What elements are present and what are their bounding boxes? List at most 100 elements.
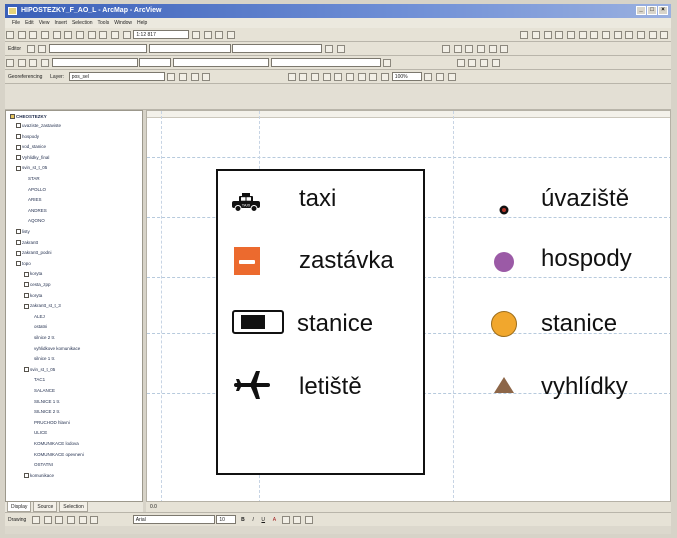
annotation-text-field[interactable] [139, 58, 172, 67]
toc-layer-item[interactable]: KOMUNIKACE lodova [34, 441, 79, 447]
find-icon[interactable] [648, 31, 657, 39]
leader-tool-icon[interactable] [29, 59, 38, 67]
drawing-menu[interactable]: Drawing [5, 513, 29, 526]
sketch-tool-icon[interactable] [38, 45, 47, 53]
maximize-button[interactable]: □ [647, 6, 657, 15]
font-color-button[interactable]: A [270, 513, 279, 526]
toc-layer-item[interactable]: SILNICE 2 tr. [34, 409, 60, 415]
edit-vertices-icon[interactable] [90, 516, 99, 524]
annotation-tool-icon[interactable] [6, 59, 14, 67]
fixed-zoom-in-icon[interactable] [543, 31, 552, 39]
menu-edit[interactable]: Edit [25, 18, 34, 28]
toc-layer-item[interactable]: ANDRES [28, 208, 47, 214]
toc-layer-item[interactable]: ARIES [28, 197, 42, 203]
layout-fixed-zoom-in-icon[interactable] [346, 73, 355, 81]
layout-forward-icon[interactable] [381, 73, 390, 81]
line-color-icon[interactable] [293, 516, 302, 524]
layout-tool-5-icon[interactable] [488, 45, 497, 53]
menu-help[interactable]: Help [137, 18, 147, 28]
redo-icon[interactable] [111, 31, 120, 39]
minimize-button[interactable]: _ [636, 6, 646, 15]
toc-layer-item[interactable]: topo [16, 261, 31, 267]
copy-icon[interactable] [64, 31, 73, 39]
menu-tools[interactable]: Tools [98, 18, 110, 28]
toc-layer-item[interactable]: uvaziste_zastaviste [16, 123, 61, 129]
layer-visibility-checkbox[interactable] [16, 229, 21, 235]
layer-visibility-checkbox[interactable] [24, 282, 29, 288]
toc-layer-item[interactable]: ULICE [34, 430, 47, 436]
layer-visibility-checkbox[interactable] [16, 123, 21, 129]
layout-view[interactable]: TAXI taxi zastávka stanice letiště úvazi… [146, 110, 671, 502]
font-select[interactable]: Arial [132, 515, 215, 524]
change-layout-icon[interactable] [447, 73, 456, 81]
bold-button[interactable]: B [238, 513, 248, 526]
print-icon[interactable] [41, 31, 50, 39]
save-icon[interactable] [29, 31, 38, 39]
toc-layer-item[interactable]: OSTATNI [34, 462, 53, 468]
identify-tool-icon[interactable] [637, 31, 646, 39]
toc-layer-item[interactable]: koryta [24, 293, 42, 299]
toc-layer-item[interactable]: cesta_zpp [24, 282, 51, 288]
menu-file[interactable]: File [12, 18, 20, 28]
toggle-draft-mode-icon[interactable] [424, 73, 433, 81]
toc-layer-item[interactable]: APOLLO [28, 187, 46, 193]
arctoolbox-icon[interactable] [203, 31, 212, 39]
toc-layer-item[interactable]: zakrantt_podni [16, 250, 52, 256]
toc-layer-item[interactable]: PRUCHOD hlavni [34, 420, 70, 426]
toc-layer-item[interactable]: silnice 2 tr. [34, 335, 55, 341]
menu-window[interactable]: Window [114, 18, 132, 28]
layer-visibility-checkbox[interactable] [16, 250, 21, 256]
text-tool-icon[interactable] [17, 59, 26, 67]
align-center-icon[interactable] [468, 59, 477, 67]
toc-layer-item[interactable]: vod_stanice [16, 144, 46, 150]
help-icon[interactable] [227, 31, 236, 39]
sketch-properties-icon[interactable] [336, 45, 345, 53]
toc-layer-item[interactable]: zakrantt_st_t_3 [24, 303, 61, 309]
delete-icon[interactable] [87, 31, 96, 39]
annotation-target-select[interactable] [270, 58, 381, 67]
full-extent-icon[interactable] [578, 31, 587, 39]
layer-visibility-checkbox[interactable] [16, 261, 21, 267]
marker-color-icon[interactable] [305, 516, 314, 524]
focus-data-frame-icon[interactable] [436, 73, 445, 81]
zoom-in-icon[interactable] [520, 31, 529, 39]
font-size-select[interactable]: 10 [216, 515, 237, 524]
add-data-icon[interactable] [122, 31, 131, 39]
layout-fixed-zoom-out-icon[interactable] [357, 73, 366, 81]
align-right-icon[interactable] [480, 59, 489, 67]
layer-visibility-checkbox[interactable] [24, 292, 29, 298]
zoom-whole-page-icon[interactable] [322, 73, 331, 81]
toc-layer-item[interactable]: TAC1 [34, 377, 45, 383]
shift-icon[interactable] [179, 73, 188, 81]
map-scale-select[interactable]: 1:12 817 [133, 30, 190, 39]
toc-layer-item[interactable]: listy [16, 229, 30, 235]
toc-root[interactable]: CHEOSTEZKY [10, 114, 47, 120]
annotation-class-select[interactable] [51, 58, 138, 67]
layer-visibility-checkbox[interactable] [16, 239, 21, 245]
toc-layer-item[interactable]: ALEJ [34, 314, 45, 320]
layer-visibility-checkbox[interactable] [16, 165, 21, 171]
rotate-element-icon[interactable] [43, 516, 52, 524]
layout-zoom-select[interactable]: 100% [391, 72, 422, 81]
layer-visibility-checkbox[interactable] [16, 155, 21, 161]
layout-tool-1-icon[interactable] [442, 45, 451, 53]
layout-back-icon[interactable] [369, 73, 378, 81]
layout-tool-6-icon[interactable] [500, 45, 509, 53]
add-control-points-icon[interactable] [190, 73, 199, 81]
task-select[interactable] [49, 44, 148, 53]
zoom-100-icon[interactable] [334, 73, 343, 81]
menu-view[interactable]: View [39, 18, 50, 28]
georeferencing-menu[interactable]: Georeferencing [5, 70, 45, 83]
toc-layer-item[interactable]: koryta [24, 271, 42, 277]
pan-icon[interactable] [567, 31, 576, 39]
text-tool-a-icon[interactable] [78, 516, 87, 524]
toc-layer-item[interactable]: ostatni [34, 324, 47, 330]
toc-layer-item[interactable]: svin_st_t_05 [16, 165, 47, 171]
toc-layer-item[interactable]: KOMUNIKACE opevneni [34, 452, 84, 458]
distribute-icon[interactable] [491, 59, 500, 67]
toc-layer-item[interactable]: Vyhlidky_final [16, 155, 49, 161]
toc-layer-item[interactable]: zakrantt [16, 240, 38, 246]
toc-layer-item[interactable]: svin_st_t_05 [24, 367, 55, 373]
georef-layer-select[interactable]: pos_sel [68, 72, 165, 81]
back-icon[interactable] [590, 31, 599, 39]
